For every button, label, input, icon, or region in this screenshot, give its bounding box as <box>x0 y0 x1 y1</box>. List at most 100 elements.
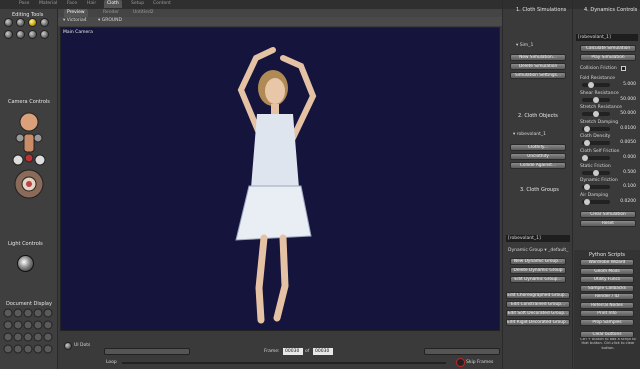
python-script-button[interactable]: Prop Samples <box>580 318 634 326</box>
timeline-handle[interactable] <box>456 358 465 367</box>
collide-against-button[interactable]: Collide Against... <box>510 162 566 169</box>
editing-tools-header: Editing Tools <box>12 12 44 18</box>
timeline-track[interactable] <box>122 362 446 364</box>
dynamics-param-slider[interactable] <box>582 184 610 191</box>
slider-knob[interactable] <box>584 198 591 205</box>
python-script-button[interactable]: Clear buttons <box>580 331 634 338</box>
simulation-dropdown[interactable]: ▾ Sim_1 <box>516 43 533 48</box>
dynamic-group-dropdown[interactable]: Dynamic Group ▾ _default_ <box>508 248 568 253</box>
dynamics-param-value[interactable]: 5.000 <box>612 82 636 87</box>
dynamics-param-value[interactable]: 0.000 <box>612 155 636 160</box>
tab-pose[interactable]: Pose <box>16 0 32 8</box>
tab-render[interactable]: Render <box>100 9 122 17</box>
dynamics-param-value[interactable]: 0.0100 <box>612 126 636 131</box>
translate-tool-icon[interactable] <box>28 18 37 27</box>
dynamics-param-value[interactable]: 0.0200 <box>612 199 636 204</box>
play-simulation-button[interactable]: Play Simulation <box>580 54 636 61</box>
ui-dots-icon[interactable] <box>64 342 72 350</box>
slider-knob[interactable] <box>582 155 588 161</box>
tab-face[interactable]: Face <box>64 0 80 8</box>
loop-label[interactable]: Loop <box>106 360 117 365</box>
tab-preview[interactable]: Preview <box>64 9 88 17</box>
frame-label: Frame: <box>264 349 280 354</box>
dynamics-param-value[interactable]: 0.500 <box>612 170 636 175</box>
figure-dropdown[interactable]: ▾ Victoria4 <box>63 18 87 23</box>
viewport-tabbar <box>58 9 502 17</box>
tab-hair[interactable]: Hair <box>84 0 99 8</box>
dynamics-param-slider[interactable] <box>582 96 610 103</box>
new-simulation-button[interactable]: New Simulation... <box>510 54 566 61</box>
edit-soft-decorated-group-button[interactable]: Edit Soft Decorated Group... <box>506 310 570 317</box>
camera-controls-widget[interactable] <box>12 108 46 203</box>
edit-constrained-group-button[interactable]: Edit Constrained Group... <box>506 301 570 308</box>
slider-knob[interactable] <box>593 169 599 176</box>
dynamics-param-value[interactable]: 50.000 <box>612 97 636 102</box>
tab-material[interactable]: Material <box>36 0 60 8</box>
cloth-object-dropdown[interactable]: ▾ robevolant_1 <box>513 132 546 137</box>
grouping-tool-icon[interactable] <box>40 30 49 39</box>
slider-knob[interactable] <box>584 125 591 132</box>
slider-knob[interactable] <box>584 184 591 191</box>
dynamics-param-slider[interactable] <box>582 169 610 176</box>
reset-button[interactable]: Reset <box>580 220 636 227</box>
calculate-simulation-button[interactable]: Calculate Simulation <box>580 45 636 52</box>
slider-knob[interactable] <box>587 82 594 88</box>
python-script-button[interactable]: Utility Funcs <box>580 276 634 283</box>
python-script-button[interactable]: Referral Nodes <box>580 301 634 309</box>
delete-simulation-button[interactable]: Delete Simulation <box>510 63 566 70</box>
dynamics-param-slider[interactable] <box>582 198 610 205</box>
tab-cloth[interactable]: Cloth <box>104 0 122 8</box>
dynamics-param-value[interactable]: 0.100 <box>612 184 636 189</box>
tab-untitled2[interactable]: Untitled2 <box>130 9 157 17</box>
edit-choreographed-group-button[interactable]: Edit Choreographed Group... <box>506 292 570 299</box>
viewport[interactable]: Main Camera <box>60 27 500 331</box>
taper-tool-icon[interactable] <box>4 30 13 39</box>
dynamics-param-slider[interactable] <box>582 140 610 147</box>
tab-content[interactable]: Content <box>150 0 174 8</box>
dynamics-param-slider[interactable] <box>582 82 610 88</box>
camera-face-icon <box>12 112 46 199</box>
unclothify-button[interactable]: Unclothify <box>510 153 566 160</box>
python-script-button[interactable]: Sample Callbacks <box>580 284 634 292</box>
rotate-tool-icon[interactable] <box>4 18 13 27</box>
clothify-button[interactable]: Clothify... <box>510 144 566 151</box>
actor-dropdown-label: GROUND <box>101 18 122 23</box>
light-sphere-icon[interactable] <box>17 255 34 272</box>
python-script-button[interactable]: Render / ID <box>580 293 634 300</box>
twist-tool-icon[interactable] <box>16 18 25 27</box>
dynamics-param-label: Cloth Density <box>580 134 611 140</box>
python-script-button[interactable]: Geom Mods <box>580 267 634 275</box>
cloth-groups-object-field: [robevolant_1] <box>506 235 570 242</box>
tab-setup[interactable]: Setup <box>128 0 147 8</box>
edit-dynamic-group-button[interactable]: Edit Dynamic Group... <box>510 276 566 283</box>
simulation-settings-button[interactable]: Simulation Settings... <box>510 72 566 79</box>
dynamics-param-slider[interactable] <box>582 155 610 161</box>
dynamics-param-value[interactable]: 50.000 <box>612 111 636 116</box>
python-script-button[interactable]: Print Info <box>580 310 634 317</box>
new-dynamic-group-button[interactable]: New Dynamic Group... <box>510 258 566 265</box>
clear-simulation-button[interactable]: Clear Simulation <box>580 211 636 218</box>
slider-knob[interactable] <box>584 140 591 147</box>
dynamics-controls-header: 4. Dynamics Controls <box>584 7 638 13</box>
dynamics-param-slider[interactable] <box>582 125 610 132</box>
delete-dynamic-group-button[interactable]: Delete Dynamic Group <box>510 267 566 274</box>
dynamics-param-value[interactable]: 0.0050 <box>612 140 636 145</box>
slider-knob[interactable] <box>593 111 599 118</box>
color-tool-icon[interactable] <box>28 30 37 39</box>
cloth-groups-header: 3. Cloth Groups <box>520 187 559 193</box>
actor-dropdown[interactable]: ▾ GROUND <box>98 18 122 23</box>
chain-break-icon[interactable] <box>16 30 25 39</box>
skip-frames-label[interactable]: Skip Frames <box>466 360 493 365</box>
slider-knob[interactable] <box>593 96 599 103</box>
edit-rigid-decorated-group-button[interactable]: Edit Rigid Decorated Group... <box>506 319 570 326</box>
light-controls-header: Light Controls <box>8 241 43 247</box>
right-divider <box>502 0 503 369</box>
python-script-button[interactable]: Wardrobe Wizard <box>580 259 634 266</box>
frame-total-field[interactable]: 00030 <box>313 348 333 355</box>
dynamics-param-label: Fold Resistance <box>580 76 615 81</box>
figure-dropdown-label: Victoria4 <box>66 18 87 23</box>
dynamics-param-slider[interactable] <box>582 111 610 118</box>
collision-friction-checkbox[interactable] <box>621 66 626 71</box>
frame-current-field[interactable]: 00030 <box>283 348 303 355</box>
scale-tool-icon[interactable] <box>40 18 49 27</box>
